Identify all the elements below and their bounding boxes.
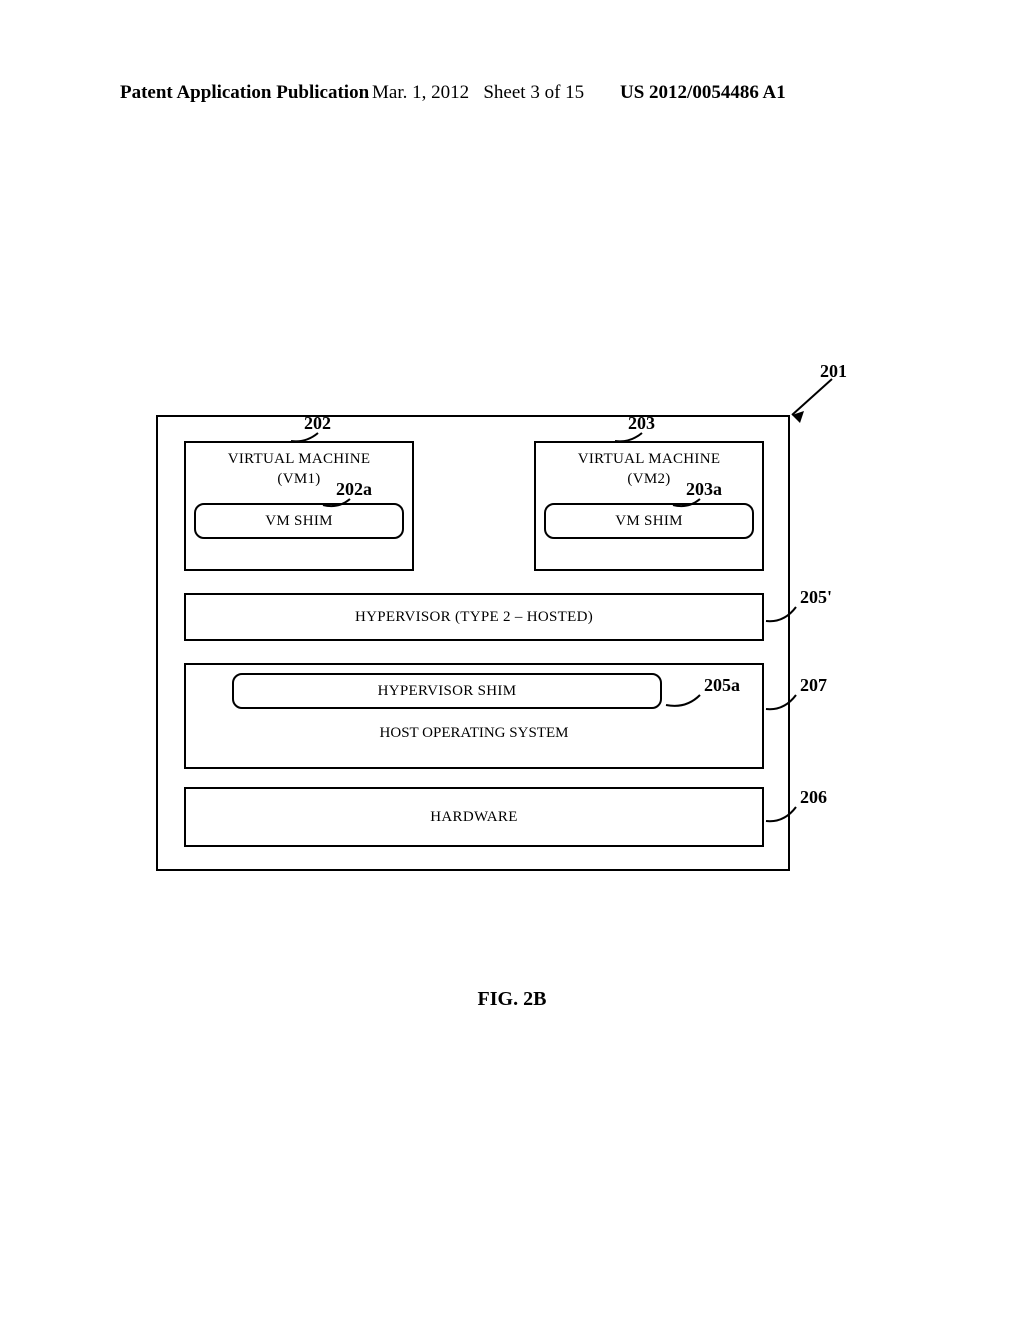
- vm1-shim-box: VM SHIM: [194, 503, 404, 539]
- hypervisor-label: HYPERVISOR (TYPE 2 – HOSTED): [355, 609, 593, 626]
- vm1-shim-label: VM SHIM: [265, 513, 333, 530]
- hypervisor-box: HYPERVISOR (TYPE 2 – HOSTED): [184, 593, 764, 641]
- ref-206: 206: [800, 787, 827, 808]
- figure-2b: VIRTUAL MACHINE (VM1) VM SHIM VIRTUAL MA…: [156, 415, 790, 871]
- header-date-sheet: Mar. 1, 2012 Sheet 3 of 15: [372, 82, 584, 104]
- page: Patent Application Publication Mar. 1, 2…: [0, 0, 1024, 1320]
- hypervisor-shim-label: HYPERVISOR SHIM: [378, 683, 517, 700]
- ref-201: 201: [820, 361, 847, 382]
- ref-202: 202: [304, 413, 331, 434]
- ref-202a: 202a: [336, 479, 372, 500]
- ref-205-prime: 205': [800, 587, 832, 608]
- header-sheet: Sheet 3 of 15: [483, 82, 584, 103]
- vm2-label-line1: VIRTUAL MACHINE: [536, 451, 762, 468]
- ref-203: 203: [628, 413, 655, 434]
- header-pub-number: US 2012/0054486 A1: [620, 82, 786, 104]
- hardware-box: HARDWARE: [184, 787, 764, 847]
- ref-205a: 205a: [704, 675, 740, 696]
- vm1-label-line2: (VM1): [186, 471, 412, 488]
- header-date: Mar. 1, 2012: [372, 82, 469, 103]
- vm2-shim-box: VM SHIM: [544, 503, 754, 539]
- ref-207: 207: [800, 675, 827, 696]
- host-os-label: HOST OPERATING SYSTEM: [184, 725, 764, 742]
- hypervisor-shim-box: HYPERVISOR SHIM: [232, 673, 662, 709]
- ref-203a: 203a: [686, 479, 722, 500]
- figure-caption: FIG. 2B: [0, 988, 1024, 1011]
- vm2-label-line2: (VM2): [536, 471, 762, 488]
- header-publication-type: Patent Application Publication: [120, 82, 369, 104]
- hardware-label: HARDWARE: [430, 809, 517, 826]
- vm2-shim-label: VM SHIM: [615, 513, 683, 530]
- vm1-label-line1: VIRTUAL MACHINE: [186, 451, 412, 468]
